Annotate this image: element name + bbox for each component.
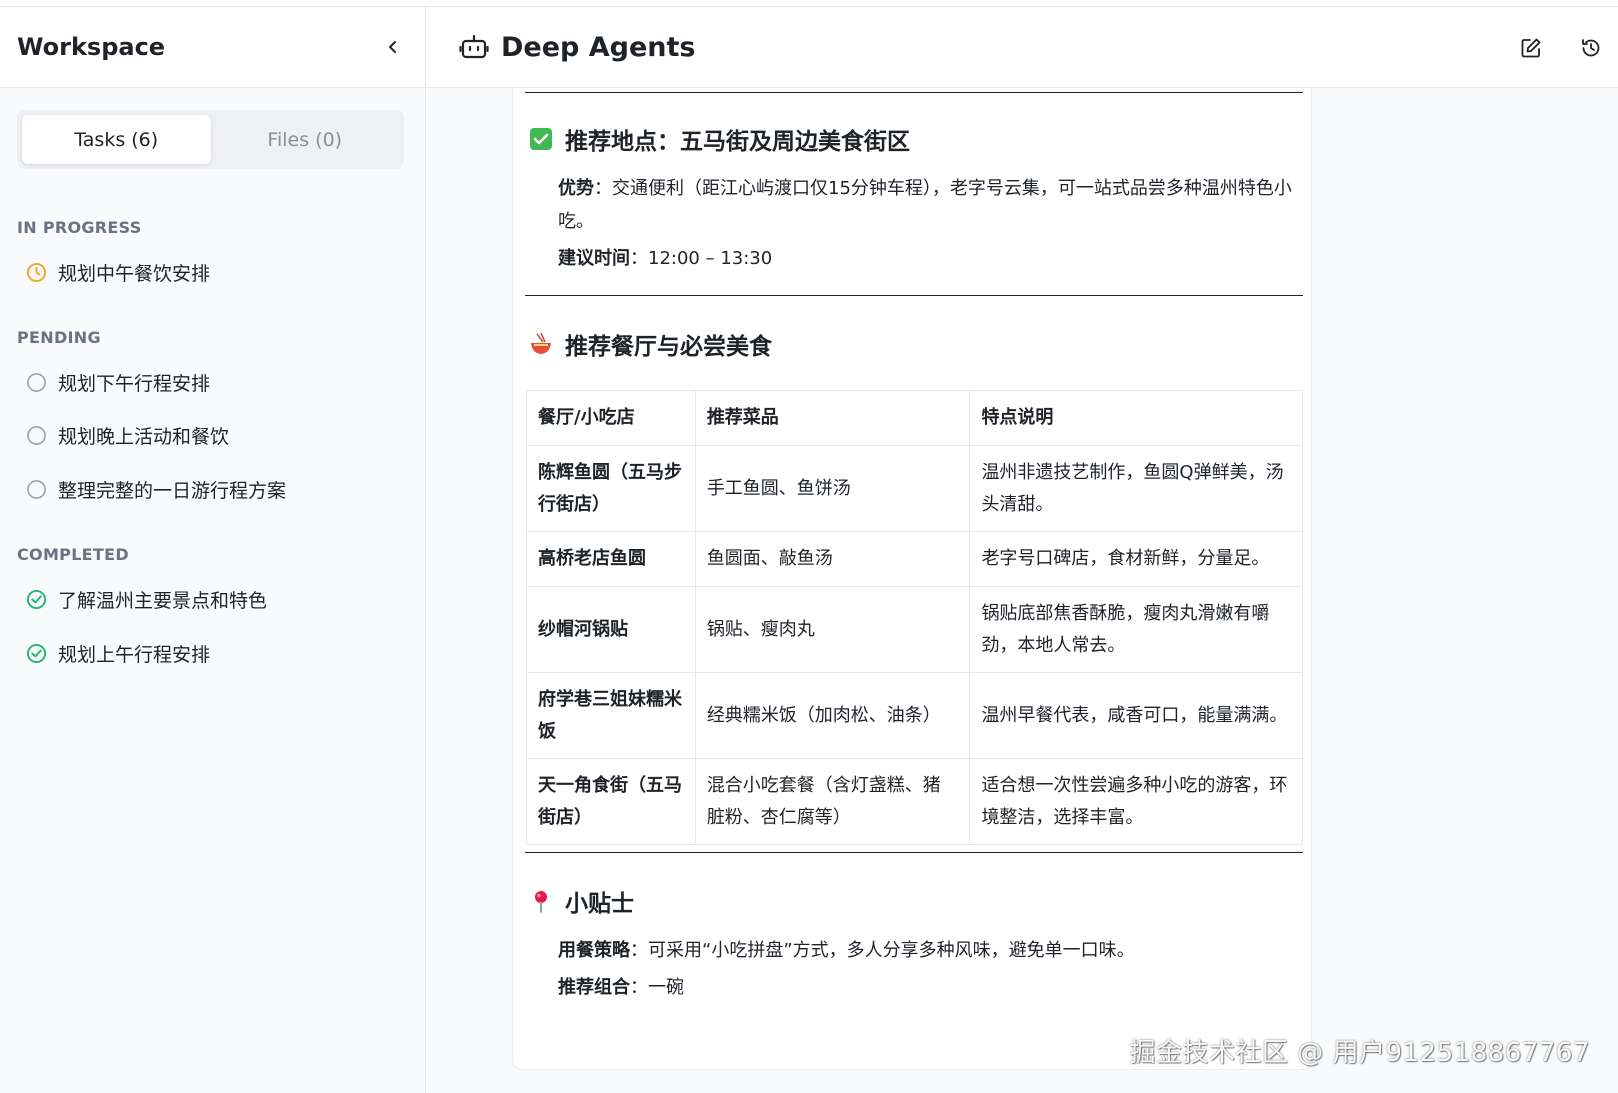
section-heading: 小贴士 [565, 891, 634, 917]
section-pending-label: PENDING [17, 328, 101, 347]
tab-tasks[interactable]: Tasks (6) [22, 115, 211, 164]
table-row: 天一角食街（五马街店） 混合小吃套餐（含灯盏糕、猪脏粉、杏仁腐等） 适合想一次性… [526, 758, 1303, 845]
table-cell: 老字号口碑店，食材新鲜，分量足。 [969, 531, 1303, 587]
table-cell: 手工鱼圆、鱼饼汤 [694, 445, 971, 532]
task-label: 规划晚上活动和餐饮 [58, 426, 230, 448]
sidebar-tabs: Tasks (6) Files (0) [17, 110, 404, 169]
task-item[interactable]: 了解温州主要景点和特色 [26, 586, 267, 613]
table-cell: 鱼圆面、敲鱼汤 [694, 531, 971, 587]
header-actions [1514, 31, 1608, 65]
table-cell: 适合想一次性尝遍多种小吃的游客，环境整洁，选择丰富。 [969, 758, 1303, 845]
strategy-label: 用餐策略 [558, 940, 630, 961]
task-label: 规划下午行程安排 [58, 373, 211, 395]
table-row: 陈辉鱼圆（五马步行街店） 手工鱼圆、鱼饼汤 温州非遗技艺制作，鱼圆Q弹鲜美，汤头… [526, 445, 1303, 532]
combo-label: 推荐组合 [558, 977, 630, 998]
chevron-left-icon [389, 41, 396, 53]
task-label: 规划上午行程安排 [58, 644, 211, 666]
new-chat-button[interactable] [1514, 31, 1548, 65]
time-paragraph: 建议时间：12:00 – 13:30 [558, 242, 1293, 275]
section-heading: 推荐地点：五马街及周边美食街区 [565, 129, 910, 155]
table-cell: 锅贴、瘦肉丸 [694, 586, 971, 673]
pushpin-icon [529, 889, 553, 913]
check-circle-icon [26, 643, 47, 664]
section-restaurants-title: 推荐餐厅与必尝美食 [529, 327, 772, 361]
table-cell: 经典糯米饭（加肉松、油条） [694, 672, 971, 759]
table-cell: 纱帽河锅贴 [526, 586, 696, 673]
tab-files[interactable]: Files (0) [211, 115, 400, 164]
time-text: ：12:00 – 13:30 [630, 248, 773, 269]
watermark: 掘金技术社区 @ 用户912518867767 [1129, 1038, 1590, 1068]
main-header: Deep Agents [427, 7, 1618, 88]
task-label: 规划中午餐饮安排 [58, 263, 211, 285]
collapse-sidebar-button[interactable] [379, 33, 407, 61]
page-title: Deep Agents [501, 31, 696, 63]
table-cell: 温州早餐代表，咸香可口，能量满满。 [969, 672, 1303, 759]
divider [525, 295, 1303, 296]
task-item[interactable]: 规划上午行程安排 [26, 640, 210, 667]
time-label: 建议时间 [558, 248, 630, 269]
sidebar-header: Workspace [0, 7, 425, 88]
table-cell: 陈辉鱼圆（五马步行街店） [526, 445, 696, 532]
table-cell: 天一角食街（五马街店） [526, 758, 696, 845]
history-button[interactable] [1574, 31, 1608, 65]
table-row: 府学巷三姐妹糯米饭 经典糯米饭（加肉松、油条） 温州早餐代表，咸香可口，能量满满… [526, 672, 1303, 759]
task-item[interactable]: 整理完整的一日游行程方案 [26, 476, 286, 503]
task-label: 整理完整的一日游行程方案 [58, 480, 287, 502]
strategy-paragraph: 用餐策略：可采用“小吃拼盘”方式，多人分享多种风味，避免单一口味。 [558, 934, 1293, 967]
section-completed-label: COMPLETED [17, 545, 129, 564]
strategy-text: ：可采用“小吃拼盘”方式，多人分享多种风味，避免单一口味。 [630, 940, 1135, 961]
table-row: 纱帽河锅贴 锅贴、瘦肉丸 锅贴底部焦香酥脆，瘦肉丸滑嫩有嚼劲，本地人常去。 [526, 586, 1303, 673]
noodle-bowl-icon [529, 332, 553, 356]
table-header: 推荐菜品 [694, 390, 971, 446]
restaurant-table: 餐厅/小吃店 推荐菜品 特点说明 陈辉鱼圆（五马步行街店） 手工鱼圆、鱼饼汤 温… [526, 390, 1303, 845]
table-cell: 温州非遗技艺制作，鱼圆Q弹鲜美，汤头清甜。 [969, 445, 1303, 532]
section-tips-title: 小贴士 [529, 884, 634, 918]
table-cell: 高桥老店鱼圆 [526, 531, 696, 587]
table-cell: 锅贴底部焦香酥脆，瘦肉丸滑嫩有嚼劲，本地人常去。 [969, 586, 1303, 673]
workspace-sidebar: Workspace Tasks (6) Files (0) IN PROGRES… [0, 7, 426, 1093]
empty-circle-icon [27, 426, 46, 445]
combo-text: ：一碗 [630, 977, 684, 998]
advantage-label: 优势 [558, 178, 594, 199]
combo-paragraph: 推荐组合：一碗 [558, 971, 1293, 1004]
task-item[interactable]: 规划中午餐饮安排 [26, 259, 210, 286]
clock-icon [26, 262, 47, 283]
advantage-text: ：交通便利（距江心屿渡口仅15分钟车程），老字号云集，可一站式品尝多种温州特色小… [558, 178, 1292, 232]
table-header-row: 餐厅/小吃店 推荐菜品 特点说明 [526, 390, 1303, 446]
table-header: 特点说明 [969, 390, 1303, 446]
section-heading: 推荐餐厅与必尝美食 [565, 334, 772, 360]
empty-circle-icon [27, 480, 46, 499]
history-icon [1582, 39, 1600, 57]
bot-icon [459, 34, 489, 59]
table-header: 餐厅/小吃店 [526, 390, 696, 446]
edit-icon [1521, 38, 1541, 58]
sidebar-title: Workspace [17, 33, 166, 61]
section-in-progress-label: IN PROGRESS [17, 218, 142, 237]
window-top-edge [0, 0, 1618, 7]
task-item[interactable]: 规划下午行程安排 [26, 369, 210, 396]
advantage-paragraph: 优势：交通便利（距江心屿渡口仅15分钟车程），老字号云集，可一站式品尝多种温州特… [558, 172, 1293, 238]
task-label: 了解温州主要景点和特色 [58, 590, 268, 612]
message-card: 推荐地点：五马街及周边美食街区 优势：交通便利（距江心屿渡口仅15分钟车程），老… [512, 88, 1312, 1070]
table-cell: 府学巷三姐妹糯米饭 [526, 672, 696, 759]
divider [525, 92, 1303, 93]
task-item[interactable]: 规划晚上活动和餐饮 [26, 422, 229, 449]
section-location-title: 推荐地点：五马街及周边美食街区 [529, 122, 910, 156]
table-row: 高桥老店鱼圆 鱼圆面、敲鱼汤 老字号口碑店，食材新鲜，分量足。 [526, 531, 1303, 587]
check-box-icon [529, 127, 553, 151]
check-circle-icon [26, 589, 47, 610]
table-cell: 混合小吃套餐（含灯盏糕、猪脏粉、杏仁腐等） [694, 758, 971, 845]
divider [525, 852, 1303, 853]
empty-circle-icon [27, 373, 46, 392]
